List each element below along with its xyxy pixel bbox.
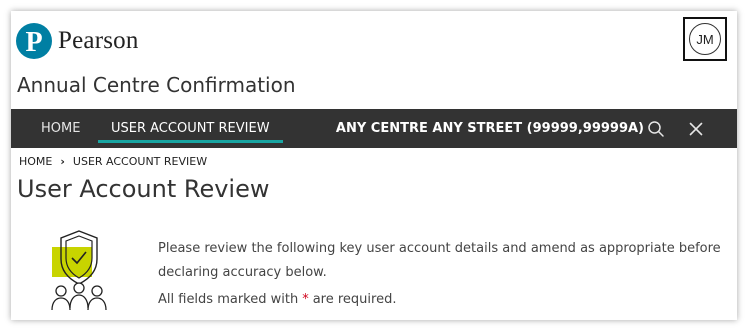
nav-item-user-account-review[interactable]: USER ACCOUNT REVIEW [98, 109, 283, 148]
required-asterisk: * [302, 292, 309, 307]
shield-check-users-icon [51, 230, 107, 311]
required-note-prefix: All fields marked with [158, 292, 299, 307]
breadcrumb-current: USER ACCOUNT REVIEW [72, 155, 208, 168]
required-note-suffix: are required. [312, 292, 397, 307]
pearson-logo-mark-icon: P [16, 23, 52, 59]
breadcrumb-home[interactable]: HOME [19, 155, 52, 168]
breadcrumb-separator-icon: › [60, 155, 65, 168]
nav-item-home[interactable]: HOME [41, 109, 80, 148]
page-frame: P Pearson JM Annual Centre Confirmation … [11, 11, 737, 320]
user-menu-button[interactable]: JM [683, 17, 727, 61]
search-icon[interactable] [647, 120, 665, 138]
close-icon[interactable] [687, 120, 705, 138]
app-title: Annual Centre Confirmation [17, 73, 296, 97]
centre-selector[interactable]: ANY CENTRE ANY STREET (99999,99999A) [336, 109, 644, 148]
intro-text: Please review the following key user acc… [158, 241, 721, 280]
pearson-logo[interactable]: P Pearson [16, 23, 139, 59]
required-fields-note: All fields marked with * are required. [158, 292, 396, 307]
breadcrumb: HOME › USER ACCOUNT REVIEW [19, 155, 207, 168]
avatar: JM [689, 23, 721, 55]
brand-name: Pearson [58, 27, 139, 54]
page-title: User Account Review [17, 175, 270, 203]
main-navbar: HOME USER ACCOUNT REVIEW ANY CENTRE ANY … [11, 109, 737, 148]
svg-text:P: P [25, 27, 42, 58]
